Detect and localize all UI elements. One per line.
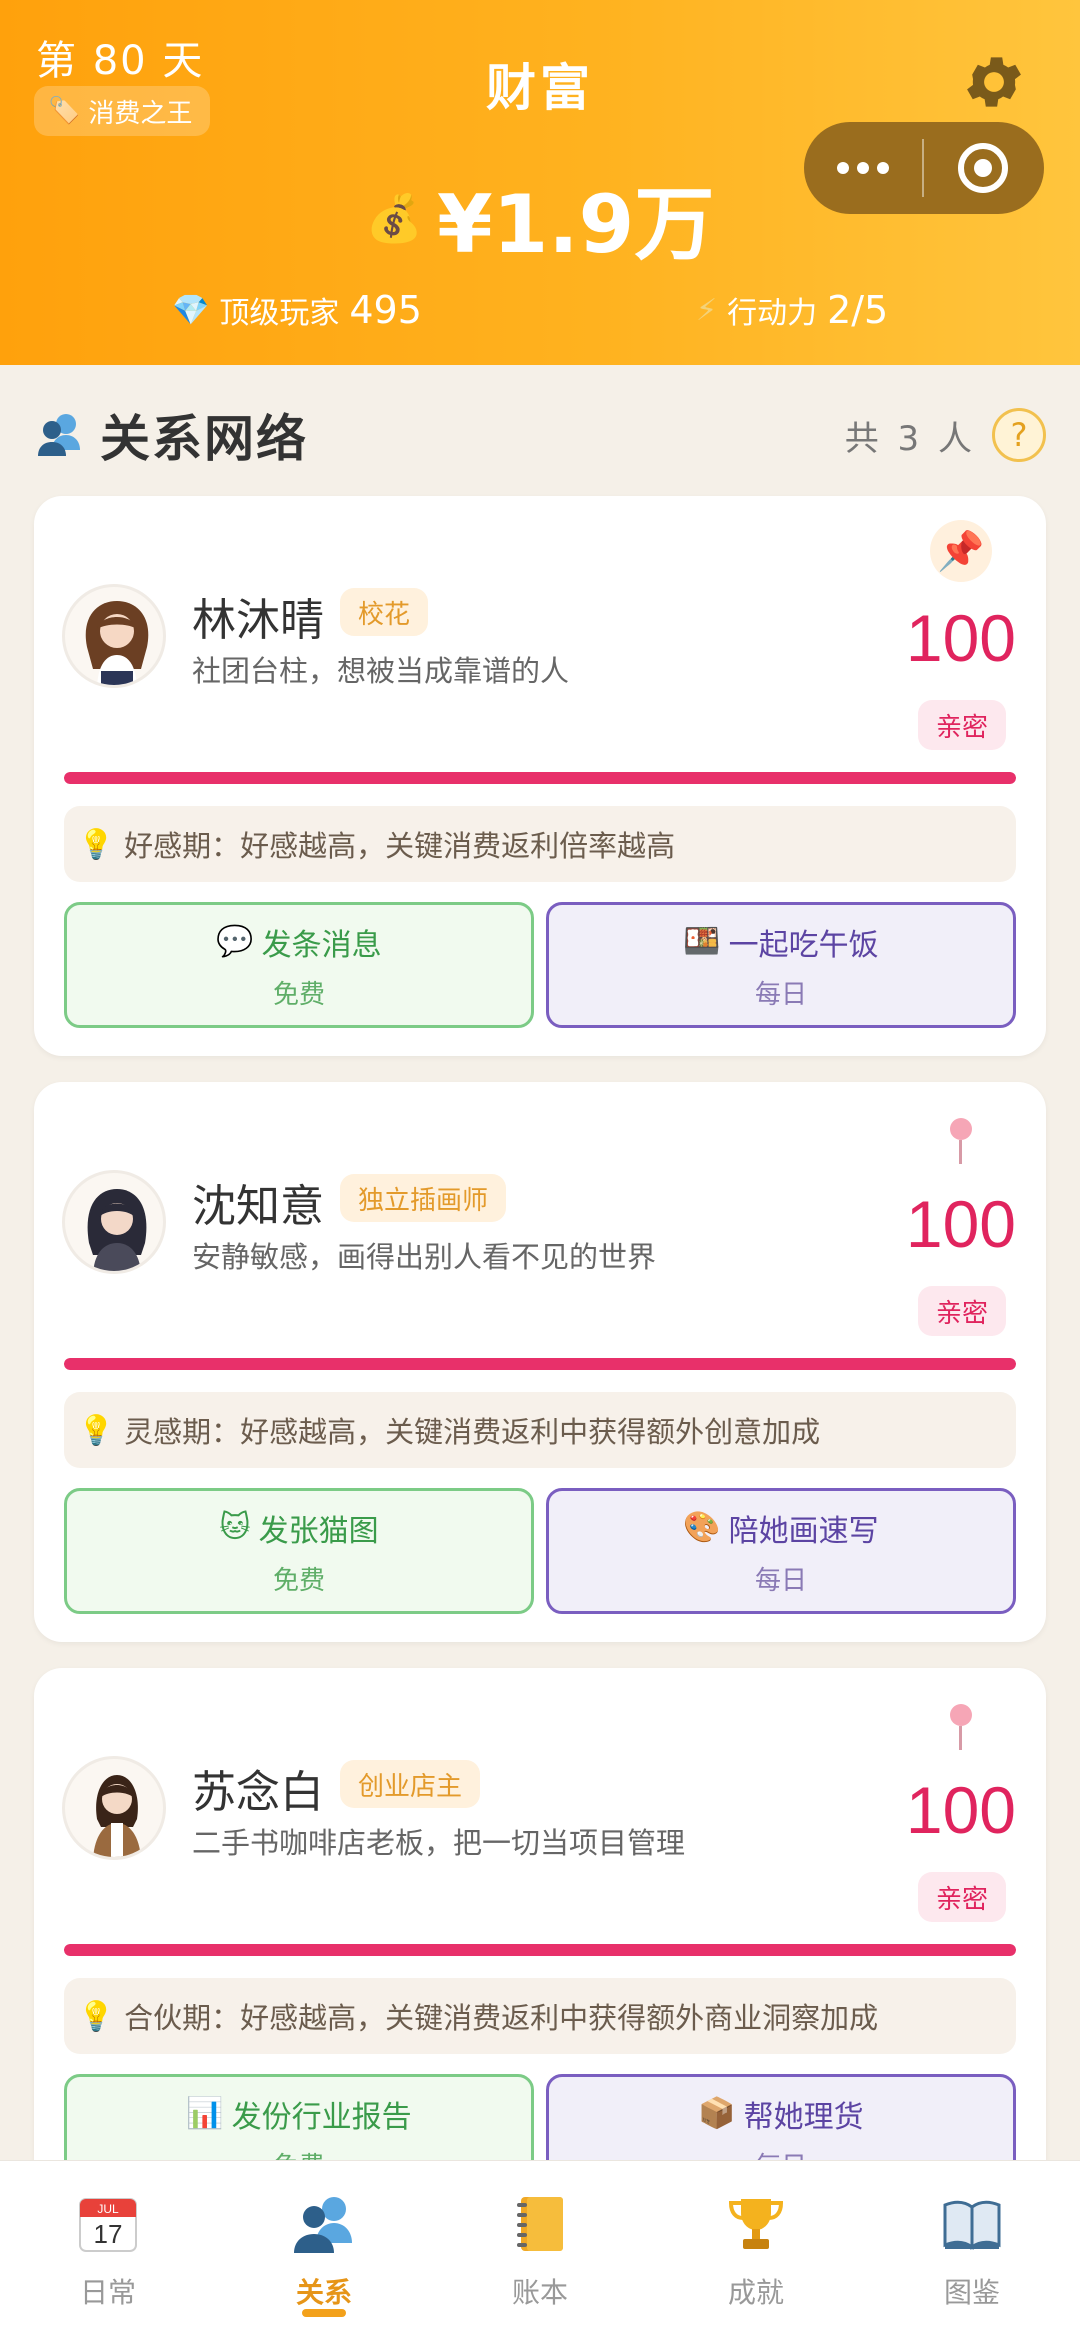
bottom-tab-bar: JUL 17 日常 关系 账本 成就 图鉴 <box>0 2160 1080 2340</box>
free-action-label: 发份行业报告 <box>231 2099 412 2135</box>
tip-box: 💡 灵感期：好感越高，关键消费返利中获得额外创意加成 <box>64 1392 1016 1468</box>
notebook-icon <box>505 2189 575 2259</box>
people-count: 共 3 人 <box>844 418 976 459</box>
cat-icon: 🐱 <box>219 1510 251 1545</box>
package-icon: 📦 <box>698 2096 736 2131</box>
tab-label: 图鉴 <box>943 2276 1000 2309</box>
tab-label: 账本 <box>511 2276 568 2309</box>
calendar-icon: JUL 17 <box>73 2189 143 2259</box>
pin-icon[interactable] <box>948 1704 974 1750</box>
tab-daily[interactable]: JUL 17 日常 <box>0 2161 216 2340</box>
character-name: 苏念白 <box>192 1767 324 1818</box>
daily-action-label: 一起吃午饭 <box>728 927 879 963</box>
palette-icon: 🎨 <box>683 1510 721 1545</box>
lightbulb-icon: 💡 <box>78 826 115 861</box>
avatar <box>62 584 166 688</box>
tab-label: 日常 <box>79 2276 136 2309</box>
tab-ledger[interactable]: 账本 <box>432 2161 648 2340</box>
tip-text: 灵感期：好感越高，关键消费返利中获得额外创意加成 <box>124 1415 821 1449</box>
book-icon <box>937 2189 1007 2259</box>
player-rank-value: 495 <box>349 288 422 332</box>
relation-badge: 亲密 <box>917 700 1006 750</box>
avatar <box>62 1170 166 1274</box>
wealth-display: 💰 ¥1.9万 <box>0 160 1080 276</box>
lightbulb-icon: 💡 <box>78 1998 115 2033</box>
daily-action-label: 帮她理货 <box>743 2099 864 2135</box>
daily-action-frequency: 每日 <box>754 979 807 1010</box>
tab-relationship[interactable]: 关系 <box>216 2161 432 2340</box>
help-button[interactable]: ? <box>992 408 1046 462</box>
status-header: 第 80 天 🏷️ 消费之王 财富 💰 ¥1.9万 💎 顶级玩家 495 ⚡ 行… <box>0 0 1080 365</box>
character-card[interactable]: 沈知意 独立插画师 安静敏感，画得出别人看不见的世界 100 亲密 💡 灵感期：… <box>34 1082 1046 1642</box>
character-tag: 创业店主 <box>340 1760 481 1808</box>
player-rank-stat: 💎 顶级玩家 495 <box>172 288 422 332</box>
daily-action-button[interactable]: 🍱 一起吃午饭 每日 <box>546 902 1016 1028</box>
pin-icon[interactable] <box>948 1118 974 1164</box>
affection-progress <box>64 1358 1016 1370</box>
bar-chart-icon: 📊 <box>186 2096 224 2131</box>
gear-icon[interactable] <box>960 48 1028 116</box>
svg-text:JUL: JUL <box>97 2202 119 2216</box>
lightbulb-icon: 💡 <box>78 1412 115 1447</box>
character-card[interactable]: 苏念白 创业店主 二手书咖啡店老板，把一切当项目管理 100 亲密 💡 合伙期：… <box>34 1668 1046 2228</box>
character-desc: 二手书咖啡店老板，把一切当项目管理 <box>192 1826 686 1860</box>
avatar <box>62 1756 166 1860</box>
section-title: 关系网络 <box>100 410 308 468</box>
tab-label: 关系 <box>295 2276 352 2309</box>
tip-box: 💡 合伙期：好感越高，关键消费返利中获得额外商业洞察加成 <box>64 1978 1016 2054</box>
tab-label: 成就 <box>727 2276 784 2309</box>
tab-achievement[interactable]: 成就 <box>648 2161 864 2340</box>
active-tab-indicator <box>302 2309 346 2317</box>
character-name: 林沐晴 <box>192 595 324 646</box>
relation-badge: 亲密 <box>917 1286 1006 1336</box>
free-action-button[interactable]: 🐱 发张猫图 免费 <box>64 1488 534 1614</box>
affection-progress <box>64 772 1016 784</box>
relation-badge: 亲密 <box>917 1872 1006 1922</box>
affection-progress <box>64 1944 1016 1956</box>
svg-text:17: 17 <box>94 2219 123 2249</box>
free-action-label: 发张猫图 <box>258 1513 379 1549</box>
character-desc: 安静敏感，画得出别人看不见的世界 <box>192 1240 657 1274</box>
lightning-icon: ⚡ <box>696 292 718 328</box>
diamond-icon: 💎 <box>172 292 210 328</box>
wealth-value: ¥1.9万 <box>436 178 715 271</box>
player-rank-label: 顶级玩家 <box>219 296 340 331</box>
relationship-section-header: 关系网络 共 3 人 ? <box>34 400 1046 470</box>
character-card[interactable]: 📌 林沐晴 校花 社团台柱，想被当成靠谱的人 100 亲密 💡 好感期：好感越高… <box>34 496 1046 1056</box>
affection-score: 100 <box>905 1773 1016 1847</box>
daily-action-button[interactable]: 🎨 陪她画速写 每日 <box>546 1488 1016 1614</box>
tip-text: 合伙期：好感越高，关键消费返利中获得额外商业洞察加成 <box>124 2001 879 2035</box>
free-action-cost: 免费 <box>272 1565 325 1596</box>
tip-box: 💡 好感期：好感越高，关键消费返利倍率越高 <box>64 806 1016 882</box>
people-icon <box>38 414 80 456</box>
character-name: 沈知意 <box>192 1181 324 1232</box>
free-action-cost: 免费 <box>272 979 325 1010</box>
tip-text: 好感期：好感越高，关键消费返利倍率越高 <box>124 829 676 863</box>
character-tag: 校花 <box>340 588 429 636</box>
pushpin-icon[interactable]: 📌 <box>930 520 992 582</box>
daily-action-label: 陪她画速写 <box>728 1513 879 1549</box>
free-action-button[interactable]: 💬 发条消息 免费 <box>64 902 534 1028</box>
speech-bubble-icon: 💬 <box>216 924 254 959</box>
people-icon <box>289 2189 359 2259</box>
character-desc: 社团台柱，想被当成靠谱的人 <box>192 654 570 688</box>
tab-collection[interactable]: 图鉴 <box>864 2161 1080 2340</box>
trophy-icon <box>721 2189 791 2259</box>
action-points-value: 2/5 <box>827 288 889 332</box>
money-bag-icon: 💰 <box>365 190 423 245</box>
affection-score: 100 <box>905 1187 1016 1261</box>
action-points-stat: ⚡ 行动力 2/5 <box>696 288 888 332</box>
affection-score: 100 <box>905 601 1016 675</box>
free-action-label: 发条消息 <box>261 927 382 963</box>
action-points-label: 行动力 <box>727 296 818 331</box>
page-title: 财富 <box>486 59 594 117</box>
character-tag: 独立插画师 <box>340 1174 507 1222</box>
daily-action-frequency: 每日 <box>754 1565 807 1596</box>
bento-icon: 🍱 <box>683 924 721 959</box>
